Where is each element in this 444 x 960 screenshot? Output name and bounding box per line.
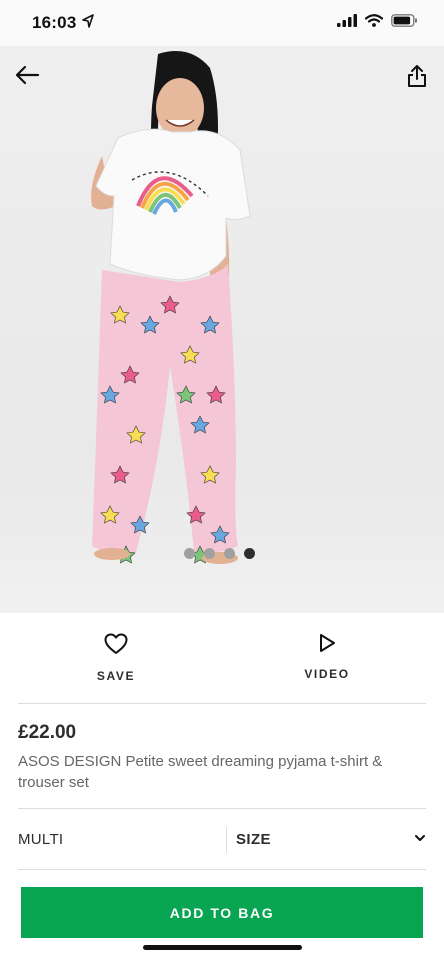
status-time: 16:03 xyxy=(32,13,77,32)
home-indicator[interactable] xyxy=(143,945,302,950)
back-arrow-icon[interactable] xyxy=(14,64,40,86)
size-select[interactable]: SIZE xyxy=(226,809,444,869)
video-label: VIDEO xyxy=(304,667,350,681)
battery-icon xyxy=(391,14,417,27)
divider xyxy=(18,703,426,704)
wifi-icon xyxy=(365,14,383,27)
save-label: SAVE xyxy=(96,669,136,683)
add-to-bag-button[interactable]: ADD TO BAG xyxy=(21,887,423,938)
play-icon xyxy=(320,634,335,652)
status-icons xyxy=(337,14,418,27)
save-button[interactable]: SAVE xyxy=(56,633,176,685)
divider xyxy=(18,869,426,870)
size-label: SIZE xyxy=(236,831,271,848)
carousel-dot-active[interactable] xyxy=(244,548,255,559)
share-icon[interactable] xyxy=(406,64,428,88)
product-actions: SAVE VIDEO xyxy=(0,613,444,703)
product-image[interactable] xyxy=(0,46,444,613)
model-photo xyxy=(91,51,251,564)
carousel-dot[interactable] xyxy=(184,548,195,559)
heart-icon xyxy=(104,633,128,654)
carousel-dot[interactable] xyxy=(224,548,235,559)
location-arrow-icon xyxy=(82,14,94,28)
carousel-dot[interactable] xyxy=(204,548,215,559)
chevron-down-icon xyxy=(415,835,425,841)
cellular-signal-icon xyxy=(337,14,357,27)
product-price: £22.00 xyxy=(18,722,77,743)
video-button[interactable]: VIDEO xyxy=(267,633,387,683)
variant-selectors: MULTI SIZE xyxy=(0,809,444,869)
product-title: ASOS DESIGN Petite sweet dreaming pyjama… xyxy=(18,753,383,791)
carousel-dots[interactable] xyxy=(184,548,255,559)
colour-value: MULTI xyxy=(18,831,64,848)
status-bar: 16:03 xyxy=(0,0,444,46)
